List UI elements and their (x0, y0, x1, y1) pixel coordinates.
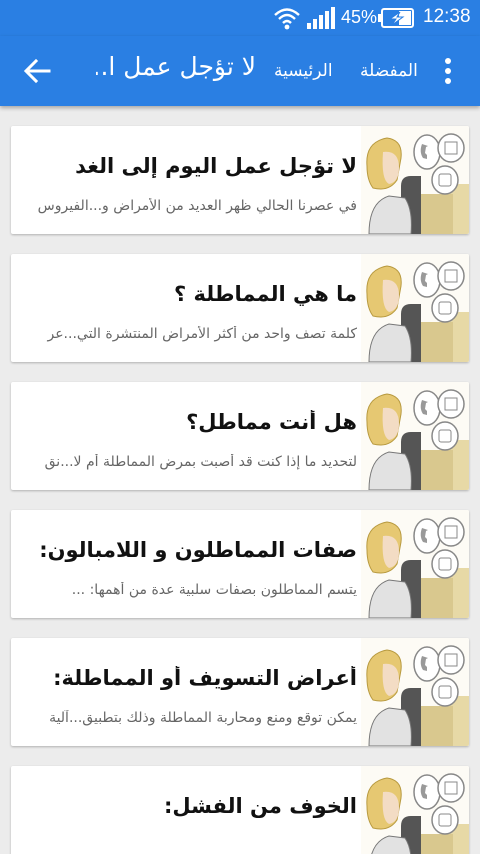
status-bar: 45% 12:38 (0, 0, 480, 36)
wifi-icon (274, 8, 300, 30)
article-thumbnail (361, 766, 469, 854)
article-title: هل أنت مماطل؟ (186, 410, 357, 434)
article-card[interactable]: صفات المماطلون و اللامبالون: يتسم المماطل… (11, 510, 469, 618)
article-description: لتحديد ما إذا كنت قد أصبت بمرض المماطلة … (44, 454, 357, 470)
clock: 12:38 (423, 6, 471, 27)
article-title: لا تؤجل عمل اليوم إلى الغد (75, 154, 357, 178)
article-thumbnail (361, 510, 469, 618)
article-description: في عصرنا الحالي ظهر العديد من الأمراض و.… (37, 198, 357, 214)
app-toolbar: لا تؤجل عمل ا... الرئيسية المفضلة (0, 36, 480, 106)
article-title: الخوف من الفشل: (163, 794, 357, 818)
article-thumbnail (361, 638, 469, 746)
favorites-button[interactable]: المفضلة (360, 61, 418, 81)
article-list: لا تؤجل عمل اليوم إلى الغد في عصرنا الحال… (0, 106, 480, 854)
article-card[interactable]: هل أنت مماطل؟ لتحديد ما إذا كنت قد أصبت ب… (11, 382, 469, 490)
toolbar-title: لا تؤجل عمل ا... (96, 52, 256, 81)
article-card[interactable]: أعراض التسويف أو المماطلة: يمكن توقع ومنع… (11, 638, 469, 746)
article-thumbnail (361, 254, 469, 362)
article-title: ما هي المماطلة ؟ (173, 282, 357, 306)
article-title: أعراض التسويف أو المماطلة: (53, 666, 357, 690)
home-button[interactable]: الرئيسية (274, 61, 333, 81)
battery-percent: 45% (341, 7, 378, 27)
article-card[interactable]: الخوف من الفشل: (11, 766, 469, 854)
signal-icon (307, 7, 335, 29)
article-card[interactable]: لا تؤجل عمل اليوم إلى الغد في عصرنا الحال… (11, 126, 469, 234)
overflow-menu-icon[interactable] (436, 56, 460, 86)
back-arrow-icon[interactable] (22, 56, 52, 86)
article-description: يمكن توقع ومنع ومحاربة المماطلة وذلك بتط… (49, 710, 357, 726)
battery-charging-icon (378, 8, 414, 28)
article-card[interactable]: ما هي المماطلة ؟ كلمة تصف واحد من أكثر ال… (11, 254, 469, 362)
article-thumbnail (361, 126, 469, 234)
article-description: يتسم المماطلون بصفات سلبية عدة من أهمها:… (71, 582, 357, 598)
article-title: صفات المماطلون و اللامبالون: (39, 538, 357, 562)
article-thumbnail (361, 382, 469, 490)
article-description: كلمة تصف واحد من أكثر الأمراض المنتشرة ا… (47, 326, 357, 342)
